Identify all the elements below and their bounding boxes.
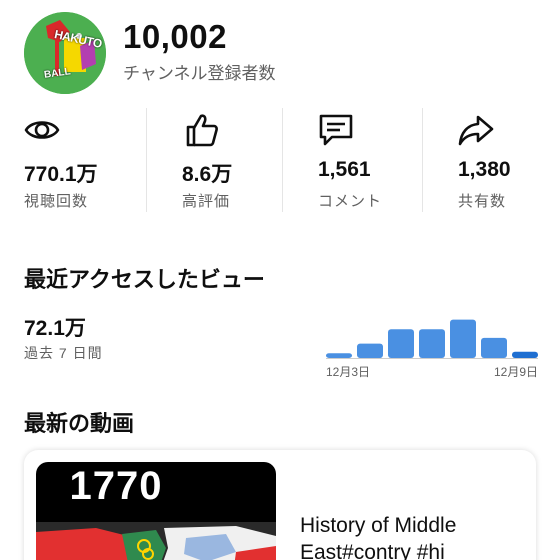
recent-views-title: 最近アクセスしたビュー — [24, 267, 265, 292]
recent-views-value: 72.1万 — [24, 317, 86, 340]
chart-bar — [481, 337, 507, 358]
stat-views-value: 770.1万 — [24, 163, 98, 186]
stat-comments-label: コメント — [318, 193, 383, 210]
chart-bar — [357, 343, 383, 358]
views-bar-chart[interactable]: 12月3日 12月9日 — [326, 300, 538, 382]
stat-shares-label: 共有数 — [458, 193, 507, 210]
stat-likes-label: 高評価 — [182, 193, 231, 210]
chart-bar — [512, 351, 538, 358]
subscriber-count: 10,002 — [123, 17, 227, 55]
thumbs-up-icon — [186, 114, 218, 147]
channel-dashboard: HAKUTO BALL 10,002 チャンネル登録者数 770.1万 視聴回数… — [0, 0, 560, 560]
video-thumbnail[interactable]: 1770 — [36, 462, 276, 560]
stat-views-label: 視聴回数 — [24, 193, 89, 210]
chart-tick-label: 12月3日 — [326, 365, 370, 379]
stats-row: 770.1万 視聴回数 8.6万 高評価 1,561 コメント 1,380 共有… — [0, 108, 560, 214]
recent-views-period: 過去 7 日間 — [24, 345, 103, 361]
channel-header: HAKUTO BALL 10,002 チャンネル登録者数 — [24, 12, 276, 94]
stat-comments-value: 1,561 — [318, 158, 371, 181]
channel-info: 10,002 チャンネル登録者数 — [123, 17, 276, 84]
stat-shares-value: 1,380 — [458, 158, 511, 181]
stat-divider — [282, 108, 283, 212]
comment-icon — [319, 114, 353, 146]
chart-bar — [419, 329, 445, 358]
stat-likes-value: 8.6万 — [182, 163, 233, 186]
chart-bar — [326, 353, 352, 358]
thumbnail-text: 1770 — [69, 464, 163, 508]
chart-tick-label: 12月9日 — [494, 365, 538, 379]
eye-icon — [24, 121, 60, 139]
stat-divider — [146, 108, 147, 212]
latest-video-card[interactable]: 1770 History of Middle East#contry #hi — [24, 450, 536, 560]
avatar[interactable]: HAKUTO BALL — [24, 12, 106, 94]
chart-bar — [388, 329, 414, 358]
latest-video-title: 最新の動画 — [24, 411, 135, 436]
share-icon — [458, 115, 494, 146]
map-image — [36, 522, 276, 560]
chart-bar — [450, 319, 476, 358]
video-title[interactable]: History of Middle East#contry #hi — [300, 512, 520, 560]
stat-divider — [422, 108, 423, 212]
subscriber-label: チャンネル登録者数 — [123, 63, 276, 83]
